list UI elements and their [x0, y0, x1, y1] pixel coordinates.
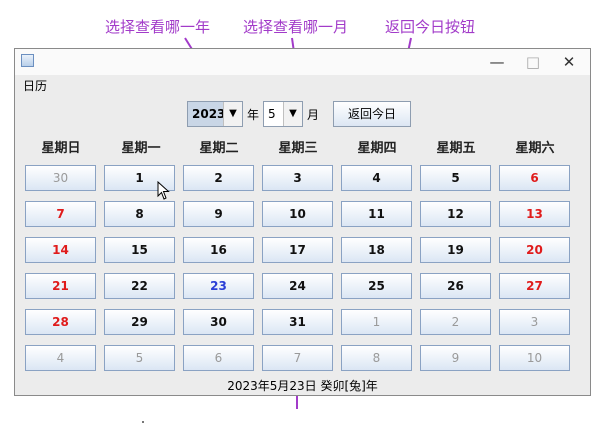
month-label: 月 — [307, 108, 320, 122]
day-button[interactable]: 4 — [25, 345, 96, 371]
day-button[interactable]: 7 — [262, 345, 333, 371]
day-button[interactable]: 22 — [104, 273, 175, 299]
day-button[interactable]: 30 — [183, 309, 254, 335]
day-button[interactable]: 15 — [104, 237, 175, 263]
day-button[interactable]: 13 — [499, 201, 570, 227]
day-button[interactable]: 5 — [420, 165, 491, 191]
day-button[interactable]: 5 — [104, 345, 175, 371]
day-button[interactable]: 9 — [420, 345, 491, 371]
chevron-down-icon[interactable]: ▼ — [223, 102, 242, 126]
weekday-thu: 星期四 — [357, 141, 397, 156]
maximize-button[interactable]: □ — [516, 51, 550, 73]
day-button[interactable]: 8 — [104, 201, 175, 227]
annotation-select-year: 选择查看哪一年 — [105, 18, 211, 36]
mouse-cursor-icon — [157, 181, 170, 200]
day-button[interactable]: 18 — [341, 237, 412, 263]
day-button[interactable]: 28 — [25, 309, 96, 335]
day-button[interactable]: 21 — [25, 273, 96, 299]
month-select[interactable]: 5 ▼ — [263, 101, 303, 127]
day-button[interactable]: 24 — [262, 273, 333, 299]
weekday-fri: 星期五 — [436, 141, 476, 156]
weekday-wed: 星期三 — [278, 141, 318, 156]
annotation-today-button: 返回今日按钮 — [385, 18, 476, 36]
day-button[interactable]: 14 — [25, 237, 96, 263]
chevron-down-icon[interactable]: ▼ — [283, 102, 302, 126]
year-label: 年 — [247, 108, 260, 122]
day-button[interactable]: 26 — [420, 273, 491, 299]
day-button[interactable]: 7 — [25, 201, 96, 227]
year-select[interactable]: 2023 ▼ — [187, 101, 243, 127]
day-button[interactable]: 1 — [341, 309, 412, 335]
day-button[interactable]: 10 — [262, 201, 333, 227]
day-button[interactable]: 6 — [183, 345, 254, 371]
day-button[interactable]: 30 — [25, 165, 96, 191]
day-button[interactable]: 2 — [183, 165, 254, 191]
day-button[interactable]: 6 — [499, 165, 570, 191]
day-button[interactable]: 29 — [104, 309, 175, 335]
month-value: 5 — [268, 107, 276, 121]
day-button[interactable]: 27 — [499, 273, 570, 299]
annotation-select-month: 选择查看哪一月 — [243, 18, 349, 36]
day-button[interactable]: 31 — [262, 309, 333, 335]
java-app-icon — [21, 54, 34, 67]
day-button[interactable]: 9 — [183, 201, 254, 227]
day-button[interactable]: 20 — [499, 237, 570, 263]
weekday-sun: 星期日 — [41, 141, 81, 156]
day-button[interactable]: 16 — [183, 237, 254, 263]
lunar-date-text: 2023年5月23日 癸卯[兔]年 — [227, 379, 378, 393]
title-bar: — □ ✕ — [15, 49, 590, 75]
day-button[interactable]: 2 — [420, 309, 491, 335]
day-button[interactable]: 17 — [262, 237, 333, 263]
weekday-mon: 星期一 — [121, 141, 161, 156]
day-button[interactable]: 12 — [420, 201, 491, 227]
day-button-today[interactable]: 23 — [183, 273, 254, 299]
day-button[interactable]: 25 — [341, 273, 412, 299]
window-title: 日历 — [23, 79, 48, 93]
minimize-button[interactable]: — — [480, 51, 514, 73]
weekday-tue: 星期二 — [199, 141, 239, 156]
close-button[interactable]: ✕ — [552, 51, 586, 73]
day-button[interactable]: 8 — [341, 345, 412, 371]
calendar-window: — □ ✕ 日历 2023 ▼ 年 5 ▼ 月 返回今日 星期日 星期一 星期二… — [14, 48, 591, 396]
day-button[interactable]: 10 — [499, 345, 570, 371]
day-button[interactable]: 11 — [341, 201, 412, 227]
day-button[interactable]: 3 — [262, 165, 333, 191]
day-button[interactable]: 3 — [499, 309, 570, 335]
weekday-sat: 星期六 — [515, 141, 555, 156]
stray-dot — [142, 421, 144, 423]
day-button[interactable]: 19 — [420, 237, 491, 263]
day-button[interactable]: 4 — [341, 165, 412, 191]
return-today-button[interactable]: 返回今日 — [333, 101, 411, 127]
